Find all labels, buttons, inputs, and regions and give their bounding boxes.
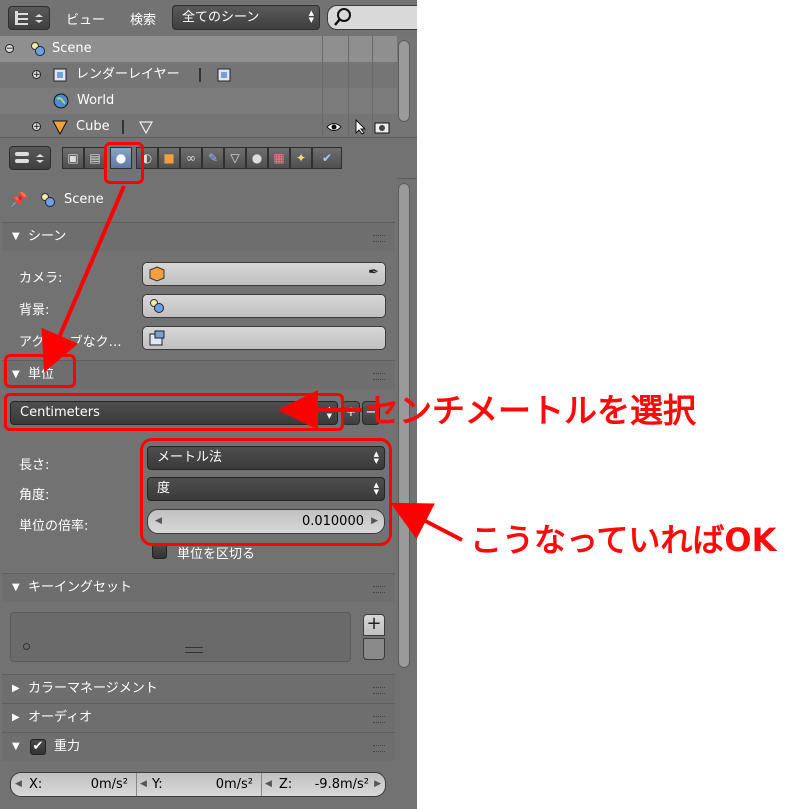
annotation-ok: こうなっていればOK bbox=[470, 521, 777, 559]
annotation-select-centimeters: センチメートルを選択 bbox=[366, 391, 696, 430]
arrow-to-units-settings bbox=[390, 502, 463, 542]
arrow-to-units-header bbox=[41, 185, 126, 373]
